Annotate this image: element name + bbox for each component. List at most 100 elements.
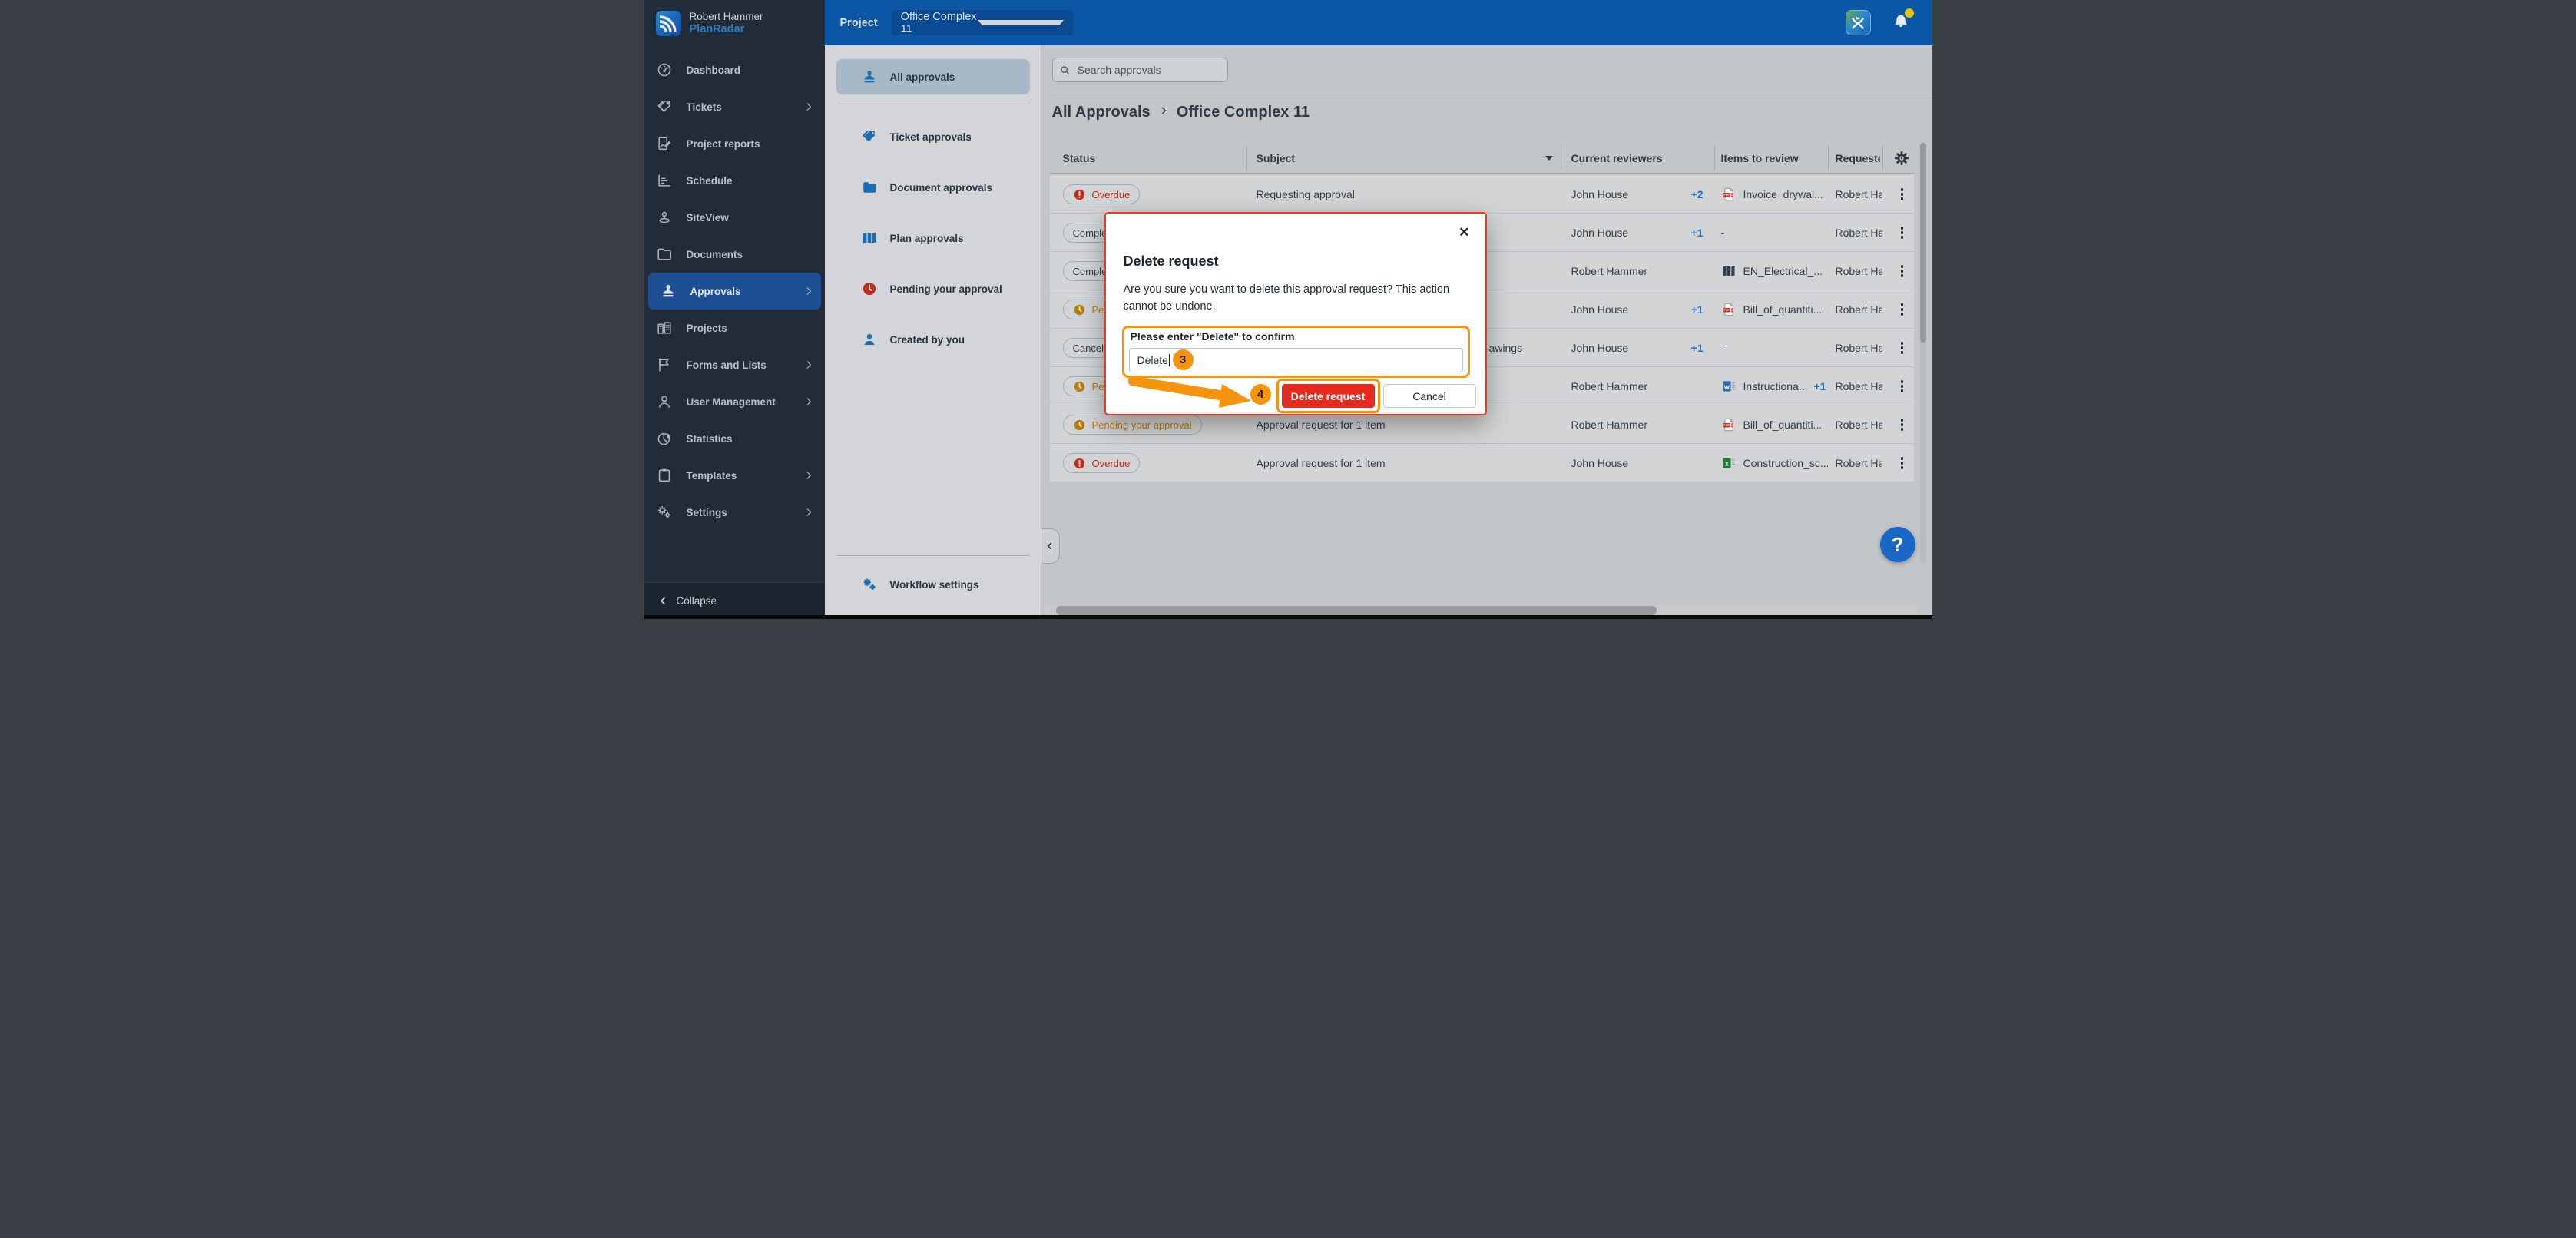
sidebar-item-dashboard[interactable]: Dashboard <box>644 51 825 88</box>
sidebar-item-label: Statistics <box>687 433 733 445</box>
sidebar-item-siteview[interactable]: SiteView <box>644 199 825 236</box>
requester-cell: Robert Hammer <box>1836 405 1882 444</box>
status-badge: Overdue <box>1063 453 1141 473</box>
table-row[interactable]: Overdue Requesting approval John House+2… <box>1050 175 1914 214</box>
column-header-status[interactable]: Status <box>1063 143 1240 174</box>
row-menu-icon[interactable] <box>1898 454 1907 472</box>
user-name: Robert Hammer <box>690 10 763 23</box>
subnav-item-workflow-settings[interactable]: Workflow settings <box>836 567 1030 602</box>
chevron-right-icon <box>803 286 814 296</box>
row-menu-icon[interactable] <box>1898 415 1907 434</box>
cancel-button[interactable]: Cancel <box>1383 384 1476 408</box>
vertical-scrollbar[interactable] <box>1920 143 1926 562</box>
row-actions-cell <box>1891 405 1914 444</box>
subnav-item-document-approvals[interactable]: Document approvals <box>836 170 1030 205</box>
row-actions-cell <box>1891 367 1914 405</box>
sidebar-item-label: Documents <box>687 249 743 260</box>
row-menu-icon[interactable] <box>1898 377 1907 396</box>
column-header-current-reviewers[interactable]: Current reviewers <box>1571 143 1710 174</box>
sidebar-item-approvals[interactable]: Approvals <box>648 273 821 310</box>
sidebar-item-project-reports[interactable]: Project reports <box>644 125 825 162</box>
sidebar-item-label: Templates <box>687 470 737 482</box>
delete-request-button[interactable]: Delete request <box>1282 384 1375 408</box>
subnav-item-label: Document approvals <box>890 182 993 194</box>
search-icon <box>1059 64 1071 77</box>
table-row[interactable]: Overdue Approval request for 1 item John… <box>1050 444 1914 482</box>
horizontal-scrollbar[interactable] <box>1044 606 1918 615</box>
sidebar-collapse-button[interactable]: Collapse <box>644 582 825 619</box>
row-menu-icon[interactable] <box>1898 185 1907 204</box>
item-link[interactable]: Invoice_drywal... <box>1743 188 1823 200</box>
reviewers-cell: John House <box>1571 444 1704 482</box>
sidebar-item-label: Settings <box>687 507 727 518</box>
sidebar-item-label: Schedule <box>687 175 733 187</box>
folder-icon <box>656 246 673 263</box>
sidebar-item-tickets[interactable]: Tickets <box>644 88 825 125</box>
chevron-right-icon <box>1158 104 1169 121</box>
item-link[interactable]: Bill_of_quantiti... <box>1743 303 1823 316</box>
svg-text:PDF: PDF <box>1723 309 1730 312</box>
breadcrumb-all-approvals[interactable]: All Approvals <box>1052 104 1151 121</box>
items-cell: X Construction_sc... <box>1721 444 1828 482</box>
subnav-item-plan-approvals[interactable]: Plan approvals <box>836 220 1030 256</box>
sort-caret-icon[interactable] <box>1545 156 1553 161</box>
subnav-item-all-approvals[interactable]: All approvals <box>836 59 1030 94</box>
item-link[interactable]: Instructiona... <box>1743 380 1808 392</box>
planradar-logo-icon <box>656 11 681 36</box>
pending-clock-icon <box>1073 303 1086 316</box>
text-caret <box>1169 354 1170 366</box>
row-menu-icon[interactable] <box>1898 223 1907 242</box>
notifications-bell-icon[interactable] <box>1891 12 1911 34</box>
flag-icon <box>656 356 673 373</box>
sidebar-item-user-management[interactable]: User Management <box>644 383 825 420</box>
word-file-icon: W <box>1721 379 1737 394</box>
sidebar-item-documents[interactable]: Documents <box>644 236 825 273</box>
sidebar-item-label: User Management <box>687 396 776 408</box>
subnav-item-created-by-you[interactable]: Created by you <box>836 322 1030 357</box>
top-bar: Project Office Complex 11 <box>825 0 1932 45</box>
clockRed-icon <box>861 280 878 297</box>
sidebar-item-label: SiteView <box>687 212 729 223</box>
column-header-items-to-review[interactable]: Items to review <box>1721 143 1823 174</box>
app-window: Robert Hammer PlanRadar Dashboard Ticket… <box>644 0 1932 619</box>
reviewers-cell: Robert Hammer <box>1571 405 1704 444</box>
horizontal-scrollbar-thumb[interactable] <box>1056 606 1657 615</box>
item-link: - <box>1721 342 1725 354</box>
subnav-item-ticket-approvals[interactable]: Ticket approvals <box>836 119 1030 154</box>
item-link[interactable]: Construction_sc... <box>1743 457 1828 469</box>
sidebar-item-templates[interactable]: Templates <box>644 457 825 494</box>
sidebar-item-forms-and-lists[interactable]: Forms and Lists <box>644 346 825 383</box>
close-icon[interactable]: ✕ <box>1459 226 1469 239</box>
reviewers-cell: John House+1 <box>1571 329 1704 367</box>
subnav-item-pending-your-approval[interactable]: Pending your approval <box>836 271 1030 306</box>
subnav-item-label: Plan approvals <box>890 233 964 244</box>
help-button[interactable]: ? <box>1880 527 1915 562</box>
pending-clock-icon <box>1073 419 1086 432</box>
row-menu-icon[interactable] <box>1898 339 1907 357</box>
sidebar-item-projects[interactable]: Projects <box>644 310 825 346</box>
requester-cell: Robert Hammer <box>1836 214 1882 252</box>
subject-cell: Requesting approval <box>1257 175 1561 214</box>
column-header-subject[interactable]: Subject <box>1257 143 1541 174</box>
row-menu-icon[interactable] <box>1898 262 1907 280</box>
svg-text:X: X <box>1724 461 1728 468</box>
vertical-scrollbar-thumb[interactable] <box>1920 143 1926 343</box>
chevron-right-icon <box>803 507 814 518</box>
topbar-actions <box>1846 10 1911 35</box>
sidebar-item-settings[interactable]: Settings <box>644 494 825 531</box>
table-settings-gear-icon[interactable] <box>1893 150 1910 170</box>
gauge-icon <box>656 61 673 78</box>
search-approvals-input[interactable] <box>1076 63 1221 77</box>
column-header-requester[interactable]: Requester <box>1836 143 1880 174</box>
item-link[interactable]: Bill_of_quantiti... <box>1743 419 1823 431</box>
item-link[interactable]: EN_Electrical_... <box>1743 265 1823 277</box>
project-select-dropdown[interactable]: Office Complex 11 <box>892 10 1073 35</box>
sidebar-item-statistics[interactable]: Statistics <box>644 420 825 457</box>
items-cell: - <box>1721 214 1828 252</box>
search-approvals-box <box>1052 58 1228 82</box>
gears-icon <box>861 576 878 593</box>
row-menu-icon[interactable] <box>1898 300 1907 319</box>
chevron-down-icon <box>978 20 1064 25</box>
app-switcher-icon[interactable] <box>1846 10 1871 35</box>
sidebar-item-schedule[interactable]: Schedule <box>644 162 825 199</box>
